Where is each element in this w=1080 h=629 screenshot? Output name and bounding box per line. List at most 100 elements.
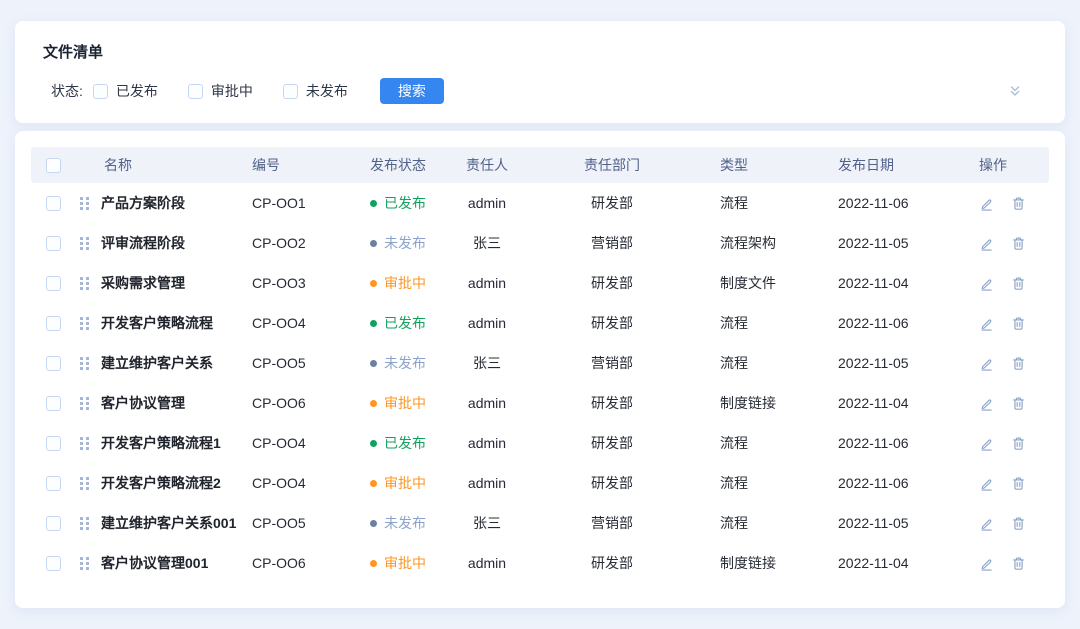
file-name: 客户协议管理001 [101,553,208,573]
drag-handle-icon[interactable] [80,397,89,410]
drag-handle-icon[interactable] [80,197,89,210]
edit-icon[interactable] [979,396,994,411]
select-all-checkbox[interactable] [46,158,61,173]
pending-checkbox[interactable] [188,84,203,99]
edit-icon[interactable] [979,436,994,451]
owner: 张三 [437,513,537,533]
delete-icon[interactable] [1011,436,1026,451]
status-dot [370,360,377,367]
delete-icon[interactable] [1011,356,1026,371]
status-text: 已发布 [384,313,426,333]
delete-icon[interactable] [1011,236,1026,251]
file-name: 开发客户策略流程 [101,313,213,333]
delete-icon[interactable] [1011,516,1026,531]
publish-date: 2022-11-06 [838,475,979,491]
file-code: CP-OO5 [249,355,367,371]
status-text: 已发布 [384,193,426,213]
drag-handle-icon[interactable] [80,477,89,490]
edit-icon[interactable] [979,276,994,291]
row-checkbox[interactable] [46,516,61,531]
file-code: CP-OO3 [249,275,367,291]
column-header-status: 发布状态 [367,155,437,175]
drag-handle-icon[interactable] [80,437,89,450]
owner: 张三 [437,233,537,253]
row-checkbox[interactable] [46,356,61,371]
filter-option-published[interactable]: 已发布 [93,81,158,101]
file-code: CP-OO5 [249,515,367,531]
owner: admin [437,555,537,571]
drag-handle-icon[interactable] [80,517,89,530]
row-checkbox[interactable] [46,236,61,251]
department: 营销部 [537,513,687,533]
unpublished-checkbox[interactable] [283,84,298,99]
filter-option-unpublished[interactable]: 未发布 [283,81,348,101]
edit-icon[interactable] [979,516,994,531]
status-text: 已发布 [384,433,426,453]
table-row: 建立维护客户关系001 CP-OO5 未发布 张三 营销部 流程 2022-11… [31,503,1049,543]
delete-icon[interactable] [1011,196,1026,211]
pending-checkbox-label: 审批中 [211,81,253,101]
file-name: 评审流程阶段 [101,233,185,253]
department: 营销部 [537,353,687,373]
row-checkbox[interactable] [46,396,61,411]
table-row: 采购需求管理 CP-OO3 审批中 admin 研发部 制度文件 2022-11… [31,263,1049,303]
drag-handle-icon[interactable] [80,237,89,250]
file-type: 流程 [687,433,838,453]
published-checkbox[interactable] [93,84,108,99]
owner: admin [437,475,537,491]
publish-date: 2022-11-06 [838,435,979,451]
edit-icon[interactable] [979,356,994,371]
owner: admin [437,315,537,331]
chevron-double-down-icon[interactable] [1007,83,1023,99]
file-table: 名称 编号 发布状态 责任人 责任部门 类型 发布日期 操作 产品方案阶段 CP… [15,131,1065,608]
status-text: 未发布 [384,513,426,533]
department: 研发部 [537,553,687,573]
table-row: 开发客户策略流程 CP-OO4 已发布 admin 研发部 流程 2022-11… [31,303,1049,343]
edit-icon[interactable] [979,556,994,571]
publish-date: 2022-11-04 [838,395,979,411]
row-checkbox[interactable] [46,476,61,491]
department: 研发部 [537,273,687,293]
table-body: 产品方案阶段 CP-OO1 已发布 admin 研发部 流程 2022-11-0… [31,183,1049,583]
publish-date: 2022-11-06 [838,195,979,211]
status-dot [370,400,377,407]
drag-handle-icon[interactable] [80,277,89,290]
file-code: CP-OO1 [249,195,367,211]
status-text: 未发布 [384,233,426,253]
delete-icon[interactable] [1011,476,1026,491]
column-header-name: 名称 [75,155,249,175]
status-text: 审批中 [384,273,426,293]
delete-icon[interactable] [1011,316,1026,331]
status-filter-label: 状态: [51,81,83,101]
drag-handle-icon[interactable] [80,317,89,330]
edit-icon[interactable] [979,196,994,211]
department: 研发部 [537,473,687,493]
edit-icon[interactable] [979,316,994,331]
owner: admin [437,195,537,211]
delete-icon[interactable] [1011,556,1026,571]
delete-icon[interactable] [1011,396,1026,411]
page-title: 文件清单 [28,43,1037,63]
edit-icon[interactable] [979,476,994,491]
row-checkbox[interactable] [46,436,61,451]
status-text: 未发布 [384,353,426,373]
status-dot [370,520,377,527]
row-checkbox[interactable] [46,276,61,291]
filter-row: 状态: 已发布 审批中 未发布 搜索 [28,78,1037,104]
file-type: 流程 [687,193,838,213]
table-row: 建立维护客户关系 CP-OO5 未发布 张三 营销部 流程 2022-11-05 [31,343,1049,383]
delete-icon[interactable] [1011,276,1026,291]
search-button[interactable]: 搜索 [380,78,444,104]
file-code: CP-OO4 [249,315,367,331]
edit-icon[interactable] [979,236,994,251]
row-checkbox[interactable] [46,556,61,571]
drag-handle-icon[interactable] [80,357,89,370]
publish-date: 2022-11-06 [838,315,979,331]
row-checkbox[interactable] [46,316,61,331]
row-checkbox[interactable] [46,196,61,211]
drag-handle-icon[interactable] [80,557,89,570]
file-name: 开发客户策略流程1 [101,433,221,453]
file-name: 采购需求管理 [101,273,185,293]
filter-option-pending[interactable]: 审批中 [188,81,253,101]
page: 文件清单 状态: 已发布 审批中 未发布 搜索 [0,0,1080,629]
